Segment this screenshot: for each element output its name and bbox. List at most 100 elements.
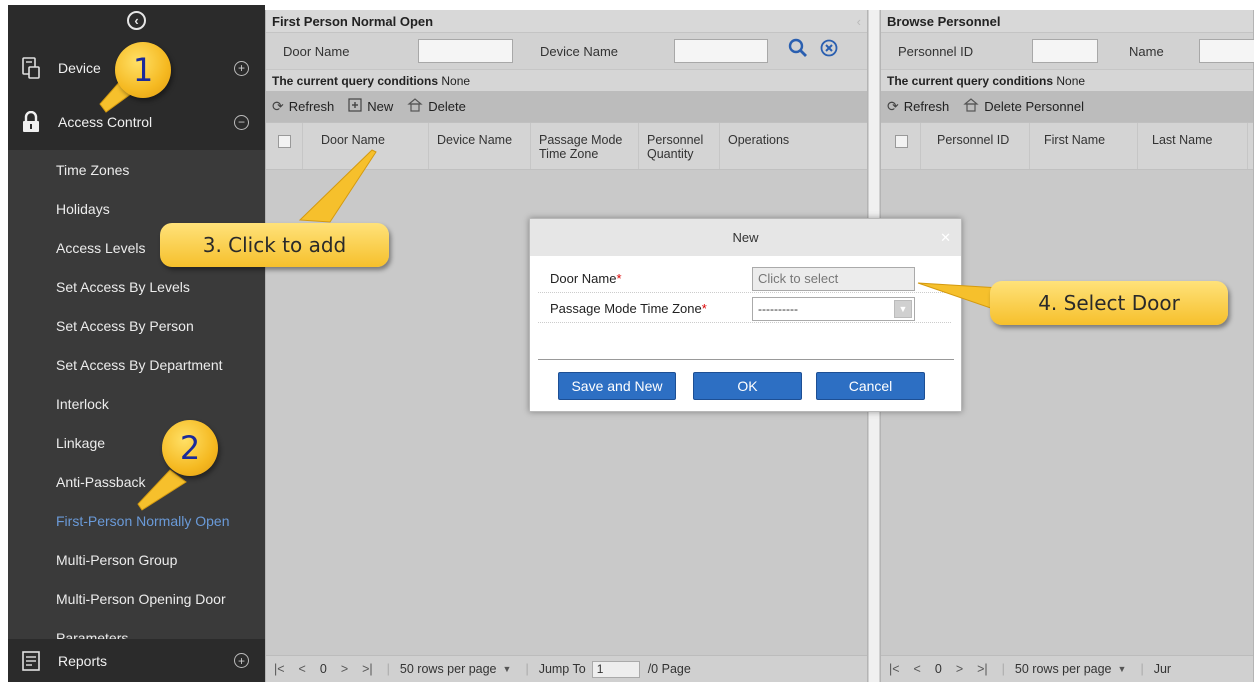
sidebar-item-linkage[interactable]: Linkage — [8, 423, 265, 462]
door-name-select-field[interactable]: Click to select — [752, 266, 915, 291]
door-name-row: Door Name* Click to select — [538, 265, 951, 293]
table-header: Door Name Device Name Passage Mode Time … — [266, 122, 867, 170]
column-operations[interactable]: Operations — [720, 123, 867, 169]
jump-to-label: Jur — [1153, 662, 1172, 676]
next-page-icon[interactable]: > — [341, 662, 348, 676]
dropdown-arrow-icon[interactable]: ▼ — [503, 664, 512, 674]
delete-personnel-label: Delete Personnel — [984, 99, 1084, 114]
jump-to-input[interactable]: 1 — [591, 660, 640, 678]
sidebar-section-reports[interactable]: Reports + — [8, 639, 265, 682]
sidebar-item-set-access-by-levels[interactable]: Set Access By Levels — [8, 267, 265, 306]
column-first-name[interactable]: First Name — [1030, 123, 1138, 169]
sidebar-access-control-label: Access Control — [58, 114, 153, 130]
divider: | — [1001, 662, 1005, 676]
first-page-icon[interactable]: |< — [274, 662, 285, 676]
sidebar-item-anti-passback[interactable]: Anti-Passback — [8, 462, 265, 501]
delete-icon — [963, 98, 979, 115]
sidebar-top: ‹ — [8, 5, 265, 35]
divider: | — [1140, 662, 1144, 676]
ok-button[interactable]: OK — [693, 372, 802, 400]
passage-mode-field-text: Passage Mode Time Zone — [550, 301, 702, 316]
rows-per-page-select[interactable]: 50 rows per page — [400, 662, 497, 676]
search-bar: Door Name Device Name — [266, 33, 867, 69]
collapse-chevron-icon[interactable]: ‹ — [857, 10, 861, 33]
dropdown-arrow-icon[interactable]: ▼ — [1118, 664, 1127, 674]
dialog-title-bar: New ✕ — [530, 219, 961, 256]
passage-mode-row: Passage Mode Time Zone* ---------- ▼ — [538, 295, 951, 323]
column-personnel-quantity[interactable]: Personnel Quantity — [639, 123, 720, 169]
passage-mode-time-zone-select[interactable]: ---------- ▼ — [752, 296, 915, 321]
column-last-name[interactable]: Last Name — [1138, 123, 1248, 169]
sidebar-item-set-access-by-person[interactable]: Set Access By Person — [8, 306, 265, 345]
callout-step-1: 1 — [115, 42, 171, 98]
refresh-button[interactable]: ⟳ Refresh — [272, 98, 334, 115]
collapse-minus-icon[interactable]: − — [234, 114, 249, 130]
delete-button[interactable]: Delete — [407, 98, 466, 115]
cancel-button[interactable]: Cancel — [816, 372, 925, 400]
last-page-icon[interactable]: >| — [977, 662, 988, 676]
door-name-label: Door Name — [283, 43, 350, 59]
callout-step-2: 2 — [162, 420, 218, 476]
rows-per-page-select[interactable]: 50 rows per page — [1015, 662, 1112, 676]
sidebar-item-first-person-normally-open[interactable]: First-Person Normally Open — [8, 501, 265, 540]
last-page-icon[interactable]: >| — [362, 662, 373, 676]
sidebar-item-multi-person-group[interactable]: Multi-Person Group — [8, 540, 265, 579]
sidebar-item-parameters[interactable]: Parameters — [8, 618, 265, 640]
first-page-icon[interactable]: |< — [889, 662, 900, 676]
device-name-search-input[interactable] — [674, 39, 768, 63]
passage-mode-value: ---------- — [758, 301, 798, 316]
door-name-search-input[interactable] — [418, 39, 513, 63]
prev-page-icon[interactable]: < — [914, 662, 921, 676]
prev-page-icon[interactable]: < — [299, 662, 306, 676]
door-name-field-text: Door Name — [550, 271, 617, 286]
name-label: Name — [1129, 43, 1164, 59]
column-door-name[interactable]: Door Name — [303, 123, 429, 169]
device-icon — [20, 57, 42, 79]
query-conditions: The current query conditions None — [266, 69, 867, 91]
expand-plus-icon[interactable]: + — [234, 60, 249, 76]
sidebar-item-interlock[interactable]: Interlock — [8, 384, 265, 423]
column-passage-mode-time-zone[interactable]: Passage Mode Time Zone — [531, 123, 639, 169]
pagination: |< < 0 > >| | 50 rows per page ▼ | Jur — [881, 655, 1253, 682]
column-personnel-id[interactable]: Personnel ID — [921, 123, 1030, 169]
refresh-icon: ⟳ — [887, 98, 899, 114]
page-number: 0 — [319, 662, 327, 676]
device-name-label: Device Name — [540, 43, 619, 59]
search-bar: Personnel ID Name — [881, 33, 1254, 69]
sidebar-item-multi-person-opening-door[interactable]: Multi-Person Opening Door — [8, 579, 265, 618]
jump-to-label: Jump To — [538, 662, 586, 676]
panel-title-text: Browse Personnel — [887, 14, 1001, 29]
clear-search-icon[interactable] — [820, 39, 838, 63]
name-search-input[interactable] — [1199, 39, 1254, 63]
panel-title: First Person Normal Open ‹ — [266, 10, 867, 33]
delete-label: Delete — [428, 99, 466, 114]
close-icon[interactable]: ✕ — [940, 219, 951, 256]
total-pages: /0 Page — [647, 662, 691, 676]
collapse-sidebar-icon[interactable]: ‹ — [127, 10, 146, 30]
expand-plus-icon[interactable]: + — [234, 653, 249, 668]
next-page-icon[interactable]: > — [956, 662, 963, 676]
select-all-checkbox[interactable] — [278, 135, 291, 148]
callout-step-4: 4. Select Door — [990, 281, 1228, 325]
passage-mode-field-label: Passage Mode Time Zone* — [538, 301, 752, 316]
chevron-down-icon[interactable]: ▼ — [894, 299, 912, 318]
refresh-button[interactable]: ⟳ Refresh — [887, 98, 949, 115]
query-conditions: The current query conditions None — [881, 69, 1253, 91]
query-conditions-value: None — [1056, 74, 1086, 88]
sidebar-item-time-zones[interactable]: Time Zones — [8, 150, 265, 189]
select-all-checkbox[interactable] — [895, 135, 908, 148]
search-icon[interactable] — [788, 38, 808, 64]
new-document-icon — [348, 98, 362, 115]
sidebar-item-set-access-by-department[interactable]: Set Access By Department — [8, 345, 265, 384]
save-and-new-button[interactable]: Save and New — [558, 372, 676, 400]
new-button[interactable]: New — [348, 98, 393, 115]
delete-personnel-button[interactable]: Delete Personnel — [963, 98, 1084, 115]
table-header: Personnel ID First Name Last Name — [881, 122, 1253, 170]
sidebar-section-access-control[interactable]: Access Control − — [8, 97, 265, 147]
toolbar: ⟳ Refresh New Delete — [266, 91, 867, 122]
column-device-name[interactable]: Device Name — [429, 123, 531, 169]
personnel-id-search-input[interactable] — [1032, 39, 1098, 63]
pagination: |< < 0 > >| | 50 rows per page ▼ | Jump … — [266, 655, 867, 682]
panel-title: Browse Personnel — [881, 10, 1253, 33]
query-conditions-label: The current query conditions — [887, 74, 1054, 88]
